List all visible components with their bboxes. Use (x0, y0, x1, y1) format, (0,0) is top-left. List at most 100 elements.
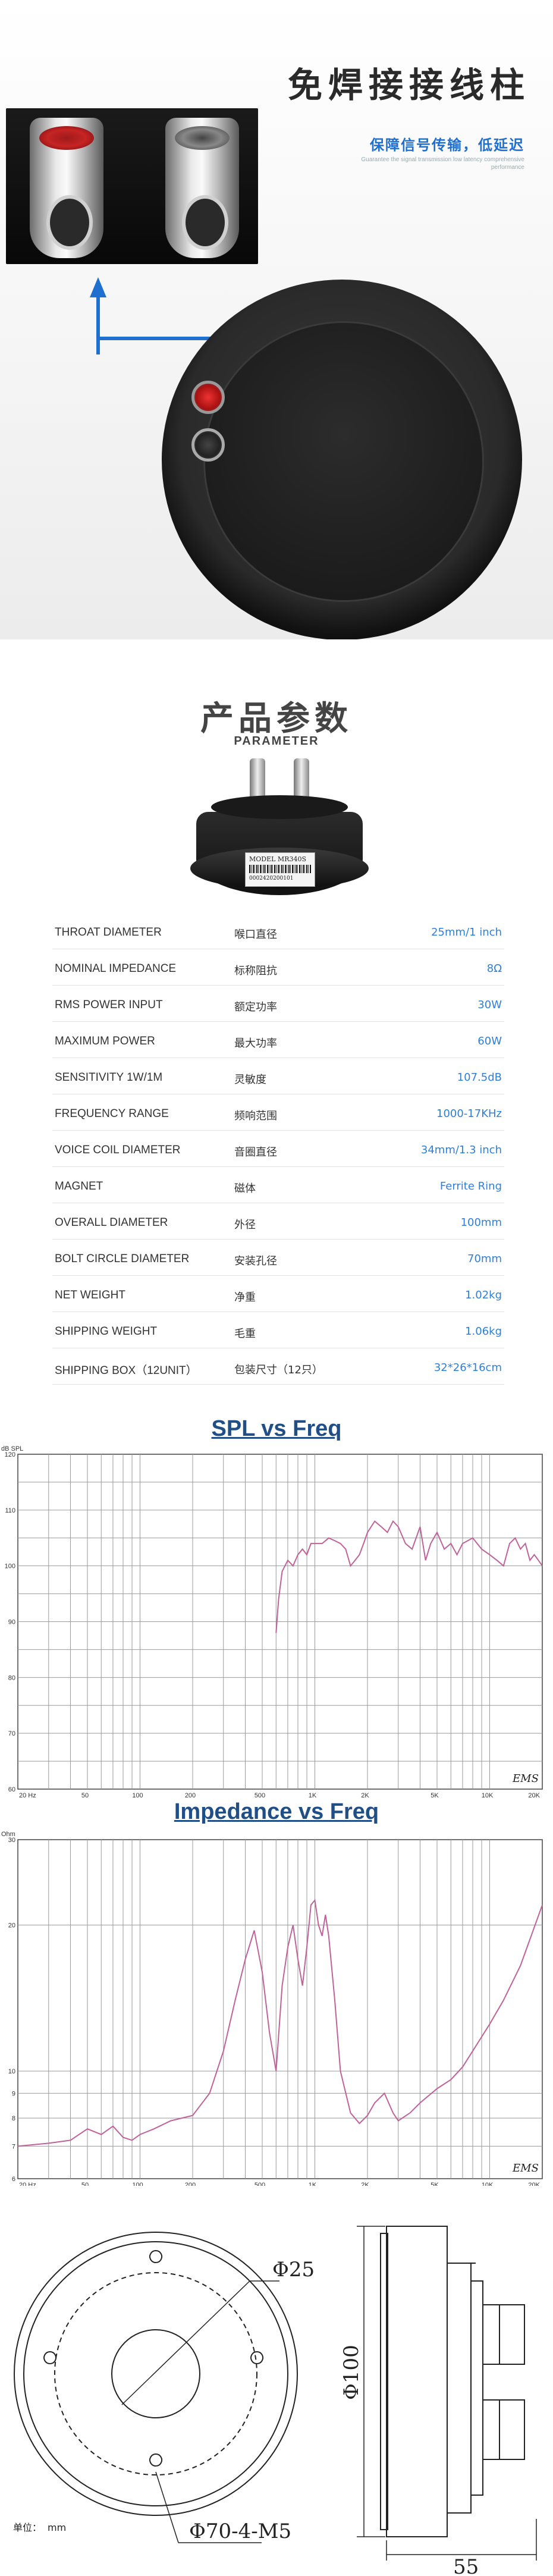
y-tick-label: 100 (5, 1563, 15, 1570)
y-tick-label: 60 (8, 1786, 15, 1793)
parameter-subtitle: PARAMETER (234, 735, 319, 748)
parameter-value: 25mm/1 inch (431, 926, 502, 939)
y-tick-label: 80 (8, 1674, 15, 1681)
parameter-name-cn: 磁体 (234, 1182, 256, 1195)
parameter-value: 34mm/1.3 inch (420, 1144, 502, 1156)
parameter-name-cn: 外径 (234, 1219, 256, 1231)
parameter-row: SHIPPING BOX（12UNIT） 包装尺寸（12只） 32*26*16cm (52, 1348, 504, 1385)
parameter-row: OVERALL DIAMETER 外径 100mm (52, 1203, 504, 1240)
parameter-value: 60W (477, 1035, 502, 1047)
red-terminal-icon (191, 381, 225, 414)
dimension-drawing: Φ25 Φ70-4-M5 单位： mm Φ100 55 (13, 2226, 537, 2576)
parameter-name-cn: 灵敏度 (234, 1074, 266, 1086)
bolt-hole-right (250, 2351, 264, 2364)
impedance-chart-title: Impedance vs Freq (174, 1799, 379, 1824)
parameter-row: RMS POWER INPUT 额定功率 30W (52, 986, 504, 1022)
x-tick-label: 10K (482, 2182, 494, 2186)
dimension-drawing-section: Φ25 Φ70-4-M5 单位： mm Φ100 55 (0, 2186, 553, 2576)
parameter-value: 32*26*16cm (433, 1361, 502, 1374)
parameter-value: 30W (477, 999, 502, 1011)
parameter-name-en: MAGNET (55, 1180, 103, 1193)
y-tick-label: 8 (12, 2115, 15, 2122)
parameter-row: MAXIMUM POWER 最大功率 60W (52, 1022, 504, 1058)
terminal-top (482, 2304, 525, 2365)
depth-dimension: 55 (453, 2555, 479, 2576)
parameter-row: BOLT CIRCLE DIAMETER 安装孔径 70mm (52, 1240, 504, 1276)
unit-value: mm (48, 2522, 66, 2533)
parameter-value: Ferrite Ring (439, 1180, 502, 1193)
x-tick-label: 20K (528, 1792, 540, 1799)
x-tick-label: 100 (132, 2182, 143, 2186)
x-tick-label: 5K (431, 1792, 439, 1799)
parameter-value: 8Ω (486, 962, 502, 975)
side-view (357, 2226, 537, 2561)
parameter-table: THROAT DIAMETER 喉口直径 25mm/1 inch NOMINAL IM… (52, 913, 504, 1385)
x-tick-label: 500 (254, 1792, 265, 1799)
terminal-bottom (482, 2399, 525, 2460)
binding-post-photo (6, 108, 258, 264)
y-tick-label: 7 (12, 2143, 15, 2150)
product-model: MODEL MR340S (249, 855, 307, 863)
parameter-row: SENSITIVITY 1W/1M 灵敏度 107.5dB (52, 1058, 504, 1094)
impedance-chart: 20 Hz 50 100 200 500 1K 2K 5K 10K 20K3020109876Oh… (1, 1831, 543, 2186)
x-tick-label: 10K (482, 1792, 494, 1799)
parameter-value: 107.5dB (457, 1071, 502, 1084)
y-axis-label: dB SPL (1, 1445, 23, 1452)
y-tick-label: 90 (8, 1619, 15, 1626)
parameter-row: SHIPPING WEIGHT 毛重 1.06kg (52, 1312, 504, 1348)
parameter-value: 1.06kg (465, 1325, 502, 1338)
bolt-hole-left (43, 2351, 57, 2364)
parameter-name-cn: 毛重 (234, 1328, 256, 1340)
arrow-line-horizontal (96, 337, 215, 340)
product-label: MODEL MR340S 0002420200101 (245, 852, 315, 887)
y-tick-label: 6 (12, 2176, 15, 2183)
black-binding-post-icon (165, 118, 239, 258)
x-tick-label: 1K (309, 2182, 317, 2186)
arrow-up-icon (90, 277, 106, 297)
x-tick-label: 200 (185, 2182, 196, 2186)
parameter-name-en: BOLT CIRCLE DIAMETER (55, 1253, 190, 1265)
y-tick-label: 10 (8, 2068, 15, 2075)
x-tick-label: 100 (132, 1792, 143, 1799)
bolt-hole-bottom (149, 2453, 163, 2467)
y-tick-label: 110 (5, 1507, 15, 1514)
x-tick-label: 20 Hz (19, 2182, 36, 2186)
product-serial: 0002420200101 (249, 876, 294, 881)
x-tick-label: 2K (361, 1792, 369, 1799)
unit-label: 单位： (13, 2522, 42, 2533)
product-photo: MODEL MR340S 0002420200101 (178, 758, 381, 937)
x-tick-label: 50 (81, 2182, 89, 2186)
parameter-row: NET WEIGHT 净重 1.02kg (52, 1276, 504, 1312)
parameter-row: THROAT DIAMETER 喉口直径 25mm/1 inch (52, 913, 504, 949)
parameter-row: VOICE COIL DIAMETER 音圈直径 34mm/1.3 inch (52, 1131, 504, 1167)
throat-dimension: Φ25 (272, 2258, 315, 2282)
parameter-name-cn: 净重 (234, 1291, 256, 1304)
x-tick-label: 200 (185, 1792, 196, 1799)
ems-watermark: EMS (512, 2162, 539, 2175)
parameter-name-en: THROAT DIAMETER (55, 926, 162, 939)
spl-chart: 20 Hz 50 100 200 500 1K 2K 5K 10K 20K120110100908… (1, 1445, 543, 1799)
bolt-dimension: Φ70-4-M5 (189, 2519, 291, 2543)
parameter-row: NOMINAL IMPEDANCE 标称阻抗 8Ω (52, 949, 504, 986)
x-tick-label: 20 Hz (19, 1792, 36, 1799)
parameter-name-en: MAXIMUM POWER (55, 1035, 155, 1047)
black-terminal-icon (191, 428, 225, 462)
terminal-small-text: Guarantee the signal transmission low la… (361, 156, 524, 171)
parameter-title: 产品参数 (200, 699, 353, 738)
parameter-name-en: NET WEIGHT (55, 1289, 125, 1301)
y-tick-label: 9 (12, 2090, 15, 2097)
parameter-name-cn: 最大功率 (234, 1037, 277, 1050)
parameter-name-cn: 安装孔径 (234, 1255, 277, 1267)
parameter-name-en: RMS POWER INPUT (55, 999, 163, 1011)
parameter-value: 70mm (467, 1253, 502, 1265)
x-tick-label: 1K (309, 1792, 317, 1799)
parameter-row: FREQUENCY RANGE 频响范围 1000-17KHz (52, 1094, 504, 1131)
terminal-title: 免焊接接线柱 (287, 65, 530, 105)
impedance-chart-section: Impedance vs Freq 20 Hz 50 100 200 500 1K 2K 5K… (0, 1799, 553, 2186)
driver-back-photo (162, 280, 522, 639)
ems-watermark: EMS (512, 1772, 539, 1785)
parameter-name-en: SHIPPING BOX（12UNIT） (55, 1364, 197, 1377)
parameter-name-cn: 标称阻抗 (234, 965, 277, 977)
parameter-value: 1000-17KHz (436, 1107, 502, 1120)
y-axis-label: Ohm (1, 1831, 15, 1838)
